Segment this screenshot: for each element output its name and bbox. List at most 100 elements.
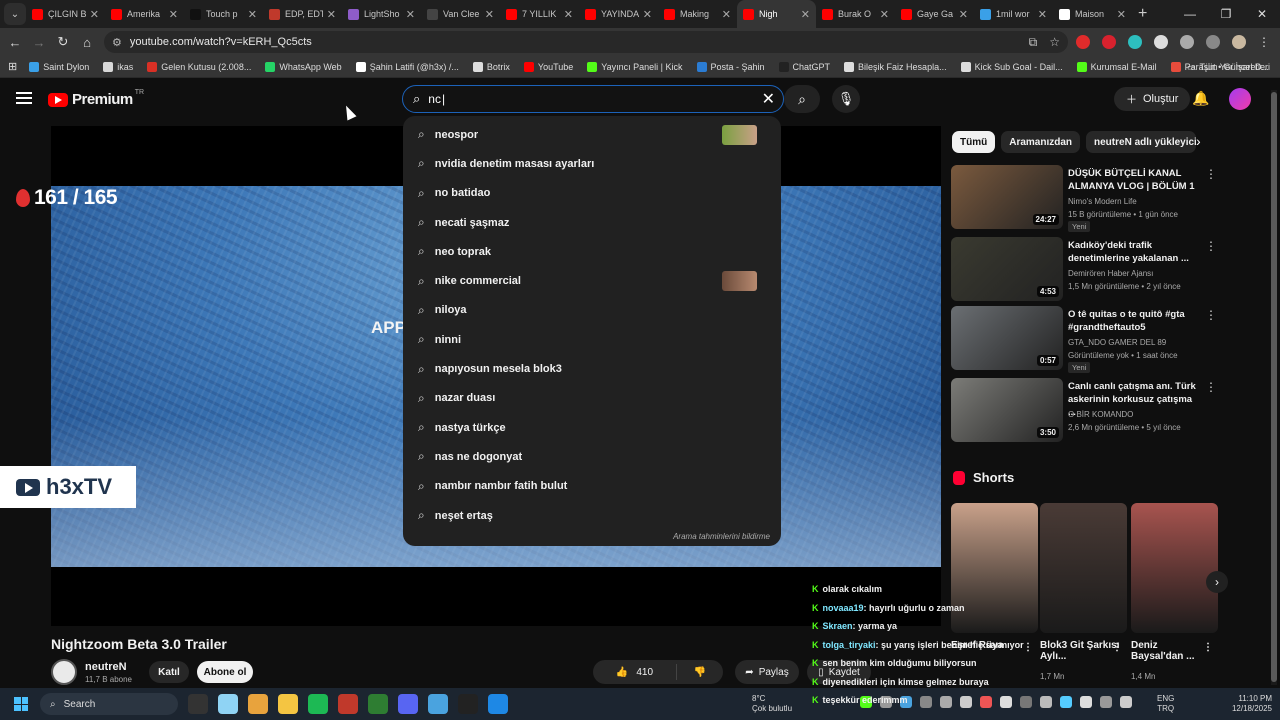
menu-icon[interactable] <box>16 92 32 104</box>
maximize-icon[interactable]: ❐ <box>1208 0 1244 28</box>
forward-icon[interactable]: → <box>27 35 51 50</box>
bookmark-item[interactable]: Kurumsal E-Mail <box>1076 61 1157 72</box>
bookmark-item[interactable]: Kick Sub Goal - Dail... <box>960 61 1063 72</box>
search-suggestion[interactable]: ⌕ nvidia denetim masası ayarları <box>403 149 781 178</box>
short-thumbnail[interactable] <box>1131 503 1218 633</box>
recommended-video[interactable]: 0:57 O tê quitas o te quitô #gta #grandth… <box>951 306 1221 373</box>
browser-tab[interactable]: 1mil wor ✕ <box>974 0 1053 28</box>
video-thumbnail[interactable]: 0:57 <box>951 306 1063 370</box>
copilot-icon[interactable] <box>218 694 238 714</box>
browser-tab[interactable]: Amerika ✕ <box>105 0 184 28</box>
bookmark-item[interactable]: Gelen Kutusu (2.008... <box>147 61 251 72</box>
short-title[interactable]: Deniz Baysal'dan ... <box>1131 640 1211 662</box>
filter-chip[interactable]: neutreN adlı yükleyiciden <box>1086 131 1197 153</box>
create-button[interactable]: ＋ Oluştur <box>1114 87 1191 111</box>
search-suggestion[interactable]: ⌕ niloya <box>403 296 781 325</box>
filter-chip[interactable]: Aramanızdan <box>1001 131 1081 153</box>
bookmark-item[interactable]: YouTube <box>523 61 573 72</box>
clock[interactable]: 11:10 PM 12/18/2025 <box>1222 694 1272 714</box>
chevron-right-icon[interactable]: › <box>1196 133 1201 149</box>
all-bookmarks[interactable]: ▭ Tüm Yer İşaretleri <box>1187 56 1270 78</box>
browser-tab[interactable]: 7 YILLIK ✕ <box>500 0 579 28</box>
browser-tab[interactable]: Van Clee ✕ <box>421 0 500 28</box>
subscribe-button[interactable]: Abone ol <box>197 661 253 683</box>
avatar[interactable] <box>1229 88 1251 110</box>
video-title[interactable]: Kadıköy'deki trafik denetimlerine yakala… <box>1068 239 1202 265</box>
discord-icon[interactable] <box>398 694 418 714</box>
youtube-logo[interactable]: Premium TR <box>48 89 144 108</box>
app-icon[interactable] <box>488 694 508 714</box>
tray-icon[interactable] <box>1060 696 1072 708</box>
tab-close-icon[interactable]: ✕ <box>959 8 968 21</box>
search-suggestion[interactable]: ⌕ nambır nambır fatih bulut <box>403 472 781 501</box>
browser-tab[interactable]: Making ✕ <box>658 0 737 28</box>
bookmark-item[interactable]: ChatGPT <box>778 61 830 72</box>
more-options-icon[interactable]: ⋮ <box>1205 167 1217 181</box>
tab-search-button[interactable]: ⌄ <box>4 3 26 25</box>
tab-close-icon[interactable]: ✕ <box>564 8 573 21</box>
search-suggestion[interactable]: ⌕ neo toprak <box>403 237 781 266</box>
install-app-icon[interactable]: ⧉ <box>1029 35 1038 50</box>
video-title[interactable]: DÜŞÜK BÜTÇELİ KANAL ALMANYA VLOG | BÖLÜM… <box>1068 167 1202 193</box>
channel-name[interactable]: Demirören Haber Ajansı <box>1068 269 1153 278</box>
bookmark-item[interactable]: ikas <box>103 61 133 72</box>
report-suggestions-link[interactable]: Arama tahminlerini bildirme <box>673 532 770 541</box>
tray-icon[interactable] <box>1080 696 1092 708</box>
bookmark-item[interactable]: Botrix <box>472 61 510 72</box>
bookmark-star-icon[interactable]: ☆ <box>1049 35 1060 49</box>
search-suggestion[interactable]: ⌕ napıyosun mesela blok3 <box>403 354 781 383</box>
page-scrollbar[interactable] <box>1271 90 1277 685</box>
tab-close-icon[interactable]: ✕ <box>327 8 336 21</box>
extension-icon[interactable] <box>1102 35 1116 49</box>
apps-grid-icon[interactable]: ⊞ <box>8 60 17 73</box>
search-suggestion[interactable]: ⌕ no batidao <box>403 179 781 208</box>
video-title[interactable]: O tê quitas o te quitô #gta #grandthefta… <box>1068 308 1202 334</box>
more-options-icon[interactable]: ⋮ <box>1205 239 1217 253</box>
file-explorer-icon[interactable] <box>278 694 298 714</box>
channel-avatar[interactable] <box>51 659 77 685</box>
more-options-icon[interactable]: ⋮ <box>1203 642 1213 653</box>
tray-icon[interactable] <box>1120 696 1132 708</box>
recommended-video[interactable]: 24:27 DÜŞÜK BÜTÇELİ KANAL ALMANYA VLOG | … <box>951 165 1221 232</box>
extension-icon[interactable] <box>1076 35 1090 49</box>
close-window-icon[interactable]: ✕ <box>1244 0 1280 28</box>
taskbar-search[interactable]: ⌕ Search <box>40 693 178 715</box>
bookmark-item[interactable]: Şahin Latifi (@h3x) /... <box>355 61 459 72</box>
task-view-icon[interactable] <box>188 694 208 714</box>
excel-icon[interactable] <box>368 694 388 714</box>
clear-search-icon[interactable]: ✕ <box>762 89 775 109</box>
channel-name[interactable]: GTA_NDO GAMER DEL 89 <box>1068 338 1166 347</box>
search-suggestion[interactable]: ⌕ nike commercial <box>403 266 781 295</box>
tab-close-icon[interactable]: ✕ <box>1117 8 1126 21</box>
voice-search-icon[interactable]: 🎙 <box>832 85 860 113</box>
start-icon[interactable] <box>14 697 28 711</box>
join-button[interactable]: Katıl <box>149 661 189 683</box>
tab-close-icon[interactable]: ✕ <box>90 8 99 21</box>
weather-widget[interactable]: 8°C Çok bulutlu <box>752 694 792 714</box>
notifications-bell-icon[interactable]: 🔔 <box>1192 90 1209 107</box>
browser-tab[interactable]: Maison ✕ <box>1053 0 1132 28</box>
site-info-icon[interactable]: ⚙ <box>112 36 122 49</box>
tab-close-icon[interactable]: ✕ <box>1038 8 1047 21</box>
browser-tab[interactable]: LightSho ✕ <box>342 0 421 28</box>
chrome-icon[interactable] <box>248 694 268 714</box>
browser-tab[interactable]: Gaye Ga ✕ <box>895 0 974 28</box>
browser-tab[interactable]: ÇILGIN B ✕ <box>26 0 105 28</box>
spotify-icon[interactable] <box>308 694 328 714</box>
home-icon[interactable]: ⌂ <box>75 35 99 50</box>
tab-close-icon[interactable]: ✕ <box>248 8 257 21</box>
more-options-icon[interactable]: ⋮ <box>1112 642 1122 653</box>
search-suggestion[interactable]: ⌕ nastya türkçe <box>403 413 781 442</box>
dislike-button[interactable]: 👎 <box>677 667 723 678</box>
extensions-puzzle-icon[interactable] <box>1180 35 1194 49</box>
tray-icon[interactable] <box>1040 696 1052 708</box>
tab-close-icon[interactable]: ✕ <box>801 8 810 21</box>
tray-icon[interactable] <box>1100 696 1112 708</box>
new-tab-button[interactable]: + <box>1138 5 1147 23</box>
channel-name[interactable]: neutreN <box>85 661 127 673</box>
search-suggestion[interactable]: ⌕ ninni <box>403 325 781 354</box>
language-indicator[interactable]: ENG TRQ <box>1157 694 1174 714</box>
search-input[interactable]: ⌕ nc ✕ <box>402 85 784 113</box>
app-icon[interactable] <box>338 694 358 714</box>
more-options-icon[interactable]: ⋮ <box>1205 380 1217 394</box>
